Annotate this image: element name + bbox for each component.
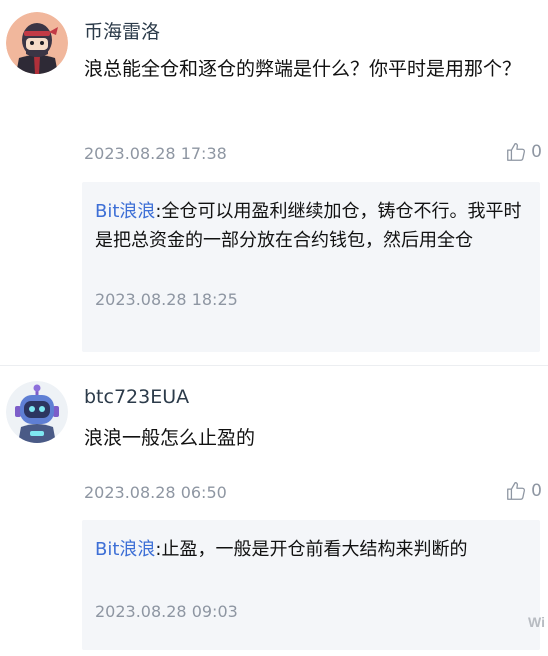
comment-text: 浪浪一般怎么止盈的 bbox=[84, 427, 256, 449]
reply-box: Bit浪浪:止盈，一般是开仓前看大结构来判断的 2023.08.28 09:03 bbox=[82, 520, 540, 650]
comment-text: 浪总能全仓和逐仓的弊端是什么？你平时是用那个？ bbox=[84, 58, 522, 80]
comment-time: 2023.08.28 17:38 bbox=[84, 144, 227, 163]
like-button[interactable]: 0 bbox=[505, 480, 542, 502]
comment-time: 2023.08.28 06:50 bbox=[84, 483, 227, 502]
like-button[interactable]: 0 bbox=[505, 141, 542, 163]
thumbs-up-icon bbox=[507, 143, 526, 161]
user-avatar[interactable] bbox=[6, 12, 68, 74]
reply-text: Bit浪浪:全仓可以用盈利继续加仓，铸仓不行。我平时是把总资金的一部分放在合约钱… bbox=[95, 197, 526, 255]
reply-time: 2023.08.28 09:03 bbox=[95, 602, 238, 621]
reply-content: :全仓可以用盈利继续加仓，铸仓不行。我平时是把总资金的一部分放在合约钱包，然后用… bbox=[95, 201, 522, 251]
username[interactable]: 币海雷洛 bbox=[84, 17, 160, 44]
like-count: 0 bbox=[531, 142, 542, 162]
reply-text: Bit浪浪:止盈，一般是开仓前看大结构来判断的 bbox=[95, 535, 526, 564]
watermark: Wi bbox=[528, 614, 545, 630]
like-count: 0 bbox=[531, 481, 542, 501]
divider bbox=[0, 365, 548, 366]
ninja-avatar-image bbox=[6, 12, 68, 74]
username[interactable]: btc723EUA bbox=[84, 386, 189, 408]
thumbs-up-icon bbox=[507, 482, 526, 500]
reply-author[interactable]: Bit浪浪 bbox=[95, 539, 155, 560]
reply-box: Bit浪浪:全仓可以用盈利继续加仓，铸仓不行。我平时是把总资金的一部分放在合约钱… bbox=[82, 182, 540, 352]
robot-avatar-image bbox=[6, 381, 68, 443]
user-avatar[interactable] bbox=[6, 381, 68, 443]
reply-time: 2023.08.28 18:25 bbox=[95, 290, 238, 309]
reply-author[interactable]: Bit浪浪 bbox=[95, 201, 155, 222]
reply-content: :止盈，一般是开仓前看大结构来判断的 bbox=[155, 539, 468, 560]
